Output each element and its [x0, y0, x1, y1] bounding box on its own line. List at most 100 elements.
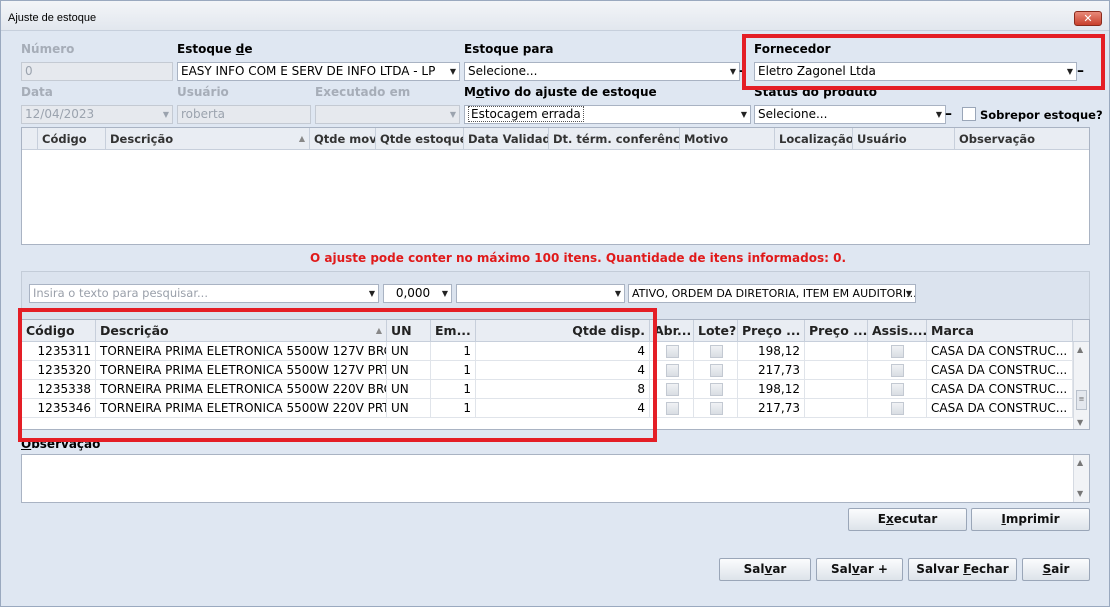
pcol-un[interactable]: UN: [387, 320, 431, 342]
col-dt-term-conferencia[interactable]: Dt. térm. conferência: [549, 128, 680, 150]
items-grid-indicator-col: [22, 128, 38, 150]
chevron-down-icon: ▼: [729, 67, 736, 76]
estoque-de-label-post: e: [244, 42, 253, 56]
pcol-preco-1[interactable]: Preço ...: [738, 320, 805, 342]
pcol-abr[interactable]: Abr...: [650, 320, 694, 342]
salvar-fechar-button[interactable]: Salvar Fechar: [908, 558, 1017, 581]
pcol-qtde-disp[interactable]: Qtde disp.: [476, 320, 650, 342]
sobrepor-label: Sobrepor estoque?: [980, 108, 1103, 122]
cell-descricao: TORNEIRA PRIMA ELETRONICA 5500W 127V PRT: [96, 361, 387, 380]
cell-abr: [650, 399, 694, 418]
imprimir-label-post: mprimir: [1005, 512, 1060, 526]
scroll-thumb[interactable]: ≡: [1076, 390, 1087, 410]
col-observacao[interactable]: Observação: [955, 128, 1089, 150]
secondary-filter-select[interactable]: ▼: [456, 284, 625, 303]
status-filter-select[interactable]: ATIVO, ORDEM DA DIRETORIA, ITEM EM AUDIT…: [628, 284, 916, 303]
window-title: Ajuste de estoque: [8, 12, 97, 24]
fornecedor-select[interactable]: Eletro Zagonel Ltda ▼: [754, 62, 1077, 81]
items-grid[interactable]: Código Descrição ▲ Qtde mov Qtde estoque …: [21, 127, 1090, 245]
data-label: Data: [21, 85, 53, 99]
observacao-scrollbar[interactable]: ▲ ▼: [1073, 455, 1089, 502]
table-row[interactable]: 1235338 TORNEIRA PRIMA ELETRONICA 5500W 2…: [22, 380, 1089, 399]
row-checkbox[interactable]: [891, 345, 904, 358]
row-checkbox[interactable]: [891, 383, 904, 396]
table-row[interactable]: 1235320 TORNEIRA PRIMA ELETRONICA 5500W 1…: [22, 361, 1089, 380]
cell-codigo: 1235346: [22, 399, 96, 418]
col-codigo[interactable]: Código: [38, 128, 106, 150]
imprimir-button[interactable]: Imprimir: [971, 508, 1090, 531]
executar-button[interactable]: Executar: [848, 508, 967, 531]
table-row[interactable]: 1235346 TORNEIRA PRIMA ELETRONICA 5500W 2…: [22, 399, 1089, 418]
scroll-down-icon[interactable]: ▼: [1077, 418, 1083, 427]
pcol-assis[interactable]: Assis....: [868, 320, 927, 342]
cell-marca: CASA DA CONSTRUC...: [927, 399, 1073, 418]
estoque-para-value: Selecione...: [468, 64, 538, 78]
row-checkbox[interactable]: [666, 402, 679, 415]
scroll-up-icon[interactable]: ▲: [1077, 345, 1083, 354]
pcol-marca[interactable]: Marca: [927, 320, 1073, 342]
pcol-lote[interactable]: Lote?: [694, 320, 738, 342]
row-checkbox[interactable]: [666, 383, 679, 396]
chevron-down-icon: ▼: [162, 110, 169, 119]
cell-marca: CASA DA CONSTRUC...: [927, 380, 1073, 399]
col-qtde-mov[interactable]: Qtde mov: [310, 128, 376, 150]
pcol-codigo[interactable]: Código: [22, 320, 96, 342]
row-checkbox[interactable]: [891, 364, 904, 377]
row-checkbox[interactable]: [666, 364, 679, 377]
motivo-label-pre: M: [464, 85, 476, 99]
executado-em-field: ▼: [315, 105, 460, 124]
row-checkbox[interactable]: [710, 402, 723, 415]
status-select[interactable]: Selecione... ▼: [754, 105, 946, 124]
col-motivo[interactable]: Motivo: [680, 128, 775, 150]
clear-fornecedor-icon[interactable]: –: [1077, 64, 1084, 78]
scroll-up-icon[interactable]: ▲: [1077, 458, 1083, 467]
salvar-mais-button[interactable]: Salvar +: [816, 558, 903, 581]
row-checkbox[interactable]: [710, 345, 723, 358]
cell-em: 1: [431, 399, 476, 418]
row-checkbox[interactable]: [891, 402, 904, 415]
motivo-select[interactable]: Estocagem errada ▼: [464, 105, 751, 124]
salvar-mais-label-pre: Sal: [831, 562, 852, 576]
row-checkbox[interactable]: [710, 383, 723, 396]
chevron-down-icon: ▼: [1066, 67, 1073, 76]
salvar-button[interactable]: Salvar: [719, 558, 811, 581]
sair-button[interactable]: Sair: [1022, 558, 1090, 581]
observacao-textarea[interactable]: ▲ ▼: [21, 454, 1090, 503]
cell-descricao: TORNEIRA PRIMA ELETRONICA 5500W 220V BRC: [96, 380, 387, 399]
pcol-em[interactable]: Em...: [431, 320, 476, 342]
estoque-para-label: Estoque para: [464, 42, 554, 56]
row-checkbox[interactable]: [666, 345, 679, 358]
row-checkbox[interactable]: [710, 364, 723, 377]
product-grid-scrollbar[interactable]: ▲ ≡ ▼: [1073, 342, 1089, 429]
cell-preco: 217,73: [738, 399, 805, 418]
estoque-de-select[interactable]: EASY INFO COM E SERV DE INFO LTDA - LP ▼: [177, 62, 460, 81]
quantity-value: 0,000: [395, 286, 431, 300]
estoque-para-select[interactable]: Selecione... ▼: [464, 62, 740, 81]
cell-abr: [650, 380, 694, 399]
observacao-label-hotkey: O: [21, 437, 32, 451]
pcol-descricao-label: Descrição: [100, 323, 169, 338]
cell-qtde: 4: [476, 399, 650, 418]
sobrepor-checkbox[interactable]: [962, 107, 976, 121]
col-data-validade[interactable]: Data Validade: [464, 128, 549, 150]
estoque-de-label-pre: Estoque: [177, 42, 236, 56]
clear-status-icon[interactable]: –: [945, 107, 952, 121]
pcol-descricao[interactable]: Descrição ▲: [96, 320, 387, 342]
clear-estoque-para-icon[interactable]: –: [739, 64, 746, 78]
search-input[interactable]: Insira o texto para pesquisar... ▼: [29, 284, 379, 303]
col-qtde-estoque[interactable]: Qtde estoque: [376, 128, 464, 150]
col-usuario[interactable]: Usuário: [853, 128, 955, 150]
scroll-down-icon[interactable]: ▼: [1077, 489, 1083, 498]
cell-qtde: 4: [476, 342, 650, 361]
quantity-select[interactable]: 0,000 ▼: [383, 284, 452, 303]
pcol-preco-2[interactable]: Preço ...: [805, 320, 868, 342]
product-grid[interactable]: Código Descrição ▲ UN Em... Qtde disp. Ab…: [21, 319, 1090, 430]
fornecedor-value: Eletro Zagonel Ltda: [758, 64, 876, 78]
chevron-down-icon: ▼: [449, 110, 456, 119]
col-descricao[interactable]: Descrição ▲: [106, 128, 310, 150]
table-row[interactable]: 1235311 TORNEIRA PRIMA ELETRONICA 5500W 1…: [22, 342, 1089, 361]
col-localizacao[interactable]: Localização: [775, 128, 853, 150]
chevron-down-icon: ▼: [905, 289, 912, 298]
cell-em: 1: [431, 361, 476, 380]
close-button[interactable]: ✕: [1074, 11, 1102, 26]
